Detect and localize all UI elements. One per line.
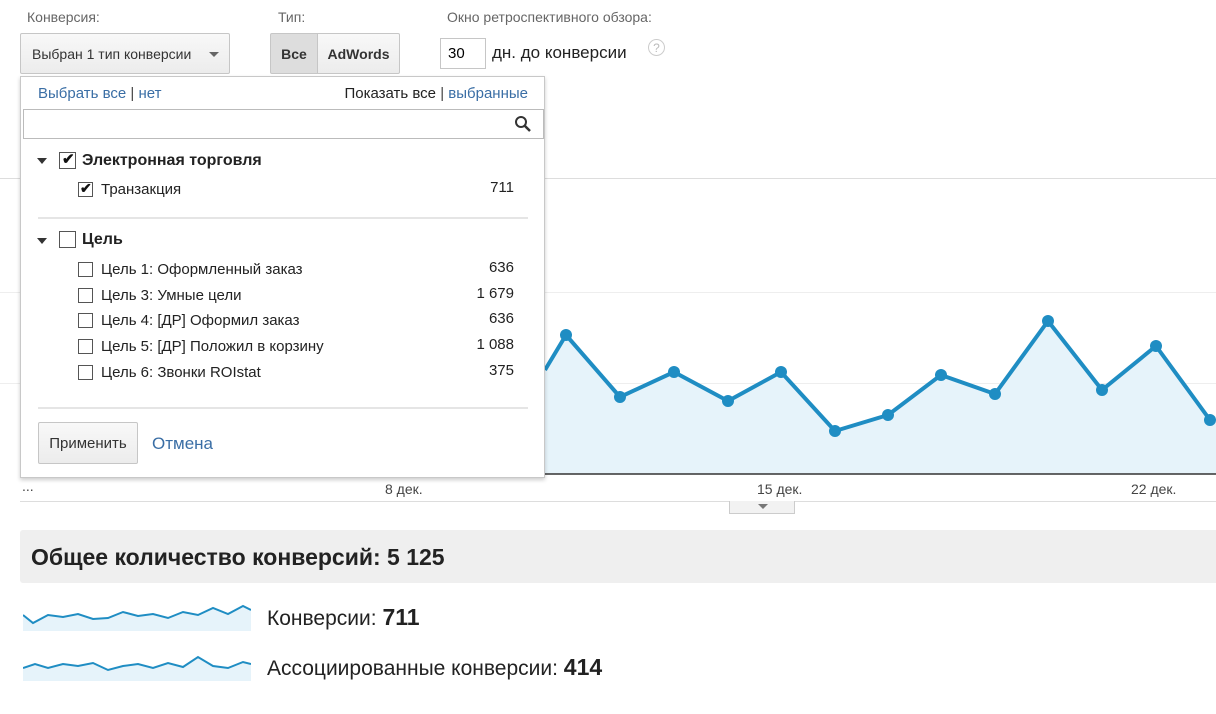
item-goal6-checkbox[interactable] [78,365,93,380]
item-goal6-count: 375 [488,362,514,379]
summary-bar: Общее количество конверсий: 5 125 [20,530,1216,583]
expand-arrow-icon [758,504,768,509]
show-separator: | [440,85,445,102]
item-goal3-label: Цель 3: Умные цели [101,287,242,304]
item-goal1-checkbox[interactable] [78,262,93,277]
chart-expand-handle[interactable] [729,501,795,514]
chart-point [935,369,947,381]
item-goal6-label: Цель 6: Звонки ROIstat [101,364,261,381]
search-icon[interactable] [514,115,532,133]
item-goal5-label: Цель 5: [ДР] Положил в корзину [101,338,324,355]
item-transaction-label: Транзакция [101,181,182,198]
conversions-metric-value: 711 [382,604,420,630]
conversion-search-input[interactable] [23,109,544,139]
item-goal5-checkbox[interactable] [78,339,93,354]
apply-button-label: Применить [49,434,127,452]
chart-point [560,329,572,341]
group-goal-checkbox[interactable] [59,231,76,248]
item-goal4-count: 636 [488,310,514,327]
conversions-metric: Конверсии: 711 [267,604,420,631]
chart-bottom-border [20,501,1216,502]
item-goal5-count: 1 088 [476,336,514,353]
chart-point [1150,340,1162,352]
chart-point [722,395,734,407]
x-axis-label-ellipsis: ... [22,478,34,494]
summary-title: Общее количество конверсий: 5 125 [31,544,445,570]
chart-point [668,366,680,378]
conversion-type-panel: Выбрать все | нет Показать все | выбранн… [20,76,545,478]
select-all-link[interactable]: Выбрать все [38,85,126,102]
chart-point [1042,315,1054,327]
check-icon: ✔ [80,180,92,196]
group-ecommerce-label: Электронная торговля [82,152,262,169]
chart-point [775,366,787,378]
group-collapse-icon[interactable] [37,158,47,164]
assisted-conversions-metric-value: 414 [563,654,603,680]
x-axis-label-dec15: 15 дек. [757,481,803,497]
assisted-conversions-sparkline [23,655,251,681]
item-goal3-count: 1 679 [476,285,514,302]
chart-point [882,409,894,421]
select-separator: | [130,85,135,102]
group-goal-label: Цель [82,231,123,248]
show-controls: Показать все | выбранные [344,85,528,102]
show-all-link[interactable]: Показать все [344,85,436,102]
conversions-sparkline [23,604,251,631]
select-none-link[interactable]: нет [138,85,161,102]
assisted-conversions-metric-label: Ассоциированные конверсии: [267,657,558,680]
cancel-link[interactable]: Отмена [152,434,213,454]
conversions-metric-label: Конверсии: [267,607,377,630]
item-goal1-count: 636 [488,259,514,276]
chart-point [829,425,841,437]
group-ecommerce-checkbox[interactable]: ✔ [59,151,76,169]
item-goal4-label: Цель 4: [ДР] Оформил заказ [101,312,300,329]
check-icon: ✔ [62,151,75,168]
x-axis-label-dec22: 22 дек. [1131,481,1177,497]
item-goal3-checkbox[interactable] [78,288,93,303]
select-controls: Выбрать все | нет [38,85,161,102]
chart-point [1096,384,1108,396]
footer-divider [38,407,528,409]
show-selected-link[interactable]: выбранные [448,85,528,102]
group-divider [38,217,528,219]
apply-button[interactable]: Применить [38,422,138,464]
chart-point [614,391,626,403]
x-axis-label-dec8: 8 дек. [385,481,423,497]
chart-area-fill [545,321,1216,474]
chart-point [1204,414,1216,426]
item-transaction-count: 711 [490,179,514,196]
group-collapse-icon[interactable] [37,238,47,244]
assisted-conversions-metric: Ассоциированные конверсии: 414 [267,654,602,681]
chart-point [989,388,1001,400]
item-transaction-checkbox[interactable]: ✔ [78,180,93,197]
item-goal1-label: Цель 1: Оформленный заказ [101,261,303,278]
item-goal4-checkbox[interactable] [78,313,93,328]
